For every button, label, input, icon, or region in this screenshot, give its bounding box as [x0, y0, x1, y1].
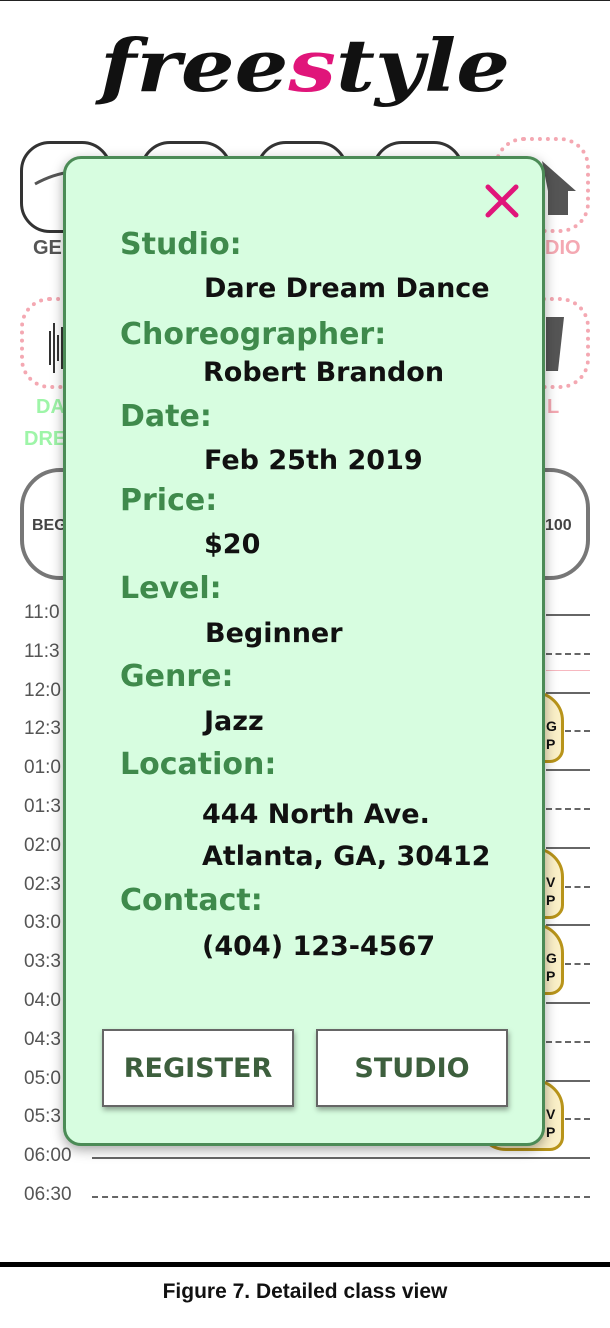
bottom-rule — [0, 1262, 610, 1267]
level-label: Level: — [120, 571, 222, 606]
price-value: $20 — [204, 529, 261, 560]
time-label: 06:30 — [24, 1184, 72, 1205]
time-label: 06:00 — [24, 1145, 72, 1166]
time-label: 03:3 — [24, 951, 61, 972]
choreographer-value: Robert Brandon — [203, 357, 445, 388]
contact-label: Contact: — [120, 883, 263, 918]
genre-value: Jazz — [204, 706, 264, 737]
timeline-gridline — [546, 847, 590, 849]
time-label: 12:3 — [24, 718, 61, 739]
level-left-label: BEG — [32, 517, 67, 534]
studio-filter-label: DIO — [545, 237, 581, 259]
dance-filter-label-2: DRE — [24, 428, 67, 450]
genre-label: Genre: — [120, 659, 234, 694]
time-label: 11:0 — [24, 602, 60, 623]
genre-filter-label: GE — [33, 237, 62, 259]
dance-filter-label-1: DA — [36, 396, 65, 418]
svg-text:freestyle: free style — [94, 23, 510, 108]
register-button[interactable]: REGISTER — [102, 1029, 294, 1107]
all-filter-label: L — [547, 396, 560, 418]
time-label: 11:3 — [24, 641, 60, 662]
studio-value: Dare Dream Dance — [204, 273, 490, 304]
timeline-gridline — [546, 614, 590, 616]
time-label: 05:0 — [24, 1068, 61, 1089]
app-screen: free freestyle GE DIO — [0, 0, 610, 1262]
time-label: 03:0 — [24, 912, 61, 933]
time-label: 05:3 — [24, 1106, 61, 1127]
level-value: Beginner — [205, 618, 343, 649]
timeline-gridline — [546, 1041, 590, 1043]
time-label: 01:3 — [24, 796, 61, 817]
time-label: 04:0 — [24, 990, 61, 1011]
price-label: Price: — [120, 483, 218, 518]
class-card-tag-3: GP — [546, 950, 557, 984]
time-label: 02:0 — [24, 835, 61, 856]
level-right-label: 100 — [545, 517, 572, 534]
time-label: 01:0 — [24, 757, 61, 778]
class-card-tag-1: GP — [546, 718, 557, 752]
timeline-gridline — [546, 692, 590, 694]
location-line1: 444 North Ave. — [202, 799, 430, 830]
class-card-tag-4: VP — [546, 1106, 556, 1140]
timeline-gridline — [546, 924, 590, 926]
timeline-gridline — [546, 1002, 590, 1004]
time-label: 04:3 — [24, 1029, 61, 1050]
logo-wordmark-full: free style — [90, 23, 520, 123]
location-label: Location: — [120, 747, 277, 782]
class-detail-modal: Studio: Dare Dream Dance Choreographer: … — [63, 156, 545, 1146]
location-line2: Atlanta, GA, 30412 — [202, 841, 491, 872]
timeline-gridline — [546, 653, 590, 655]
timeline-gridline — [546, 1080, 590, 1082]
studio-button[interactable]: STUDIO — [316, 1029, 508, 1107]
studio-label: Studio: — [120, 227, 242, 262]
contact-value: (404) 123-4567 — [202, 931, 436, 962]
choreographer-label: Choreographer: — [120, 317, 387, 352]
close-icon[interactable] — [482, 181, 522, 221]
current-time-indicator — [546, 670, 590, 671]
time-label: 12:0 — [24, 680, 61, 701]
date-label: Date: — [120, 399, 212, 434]
timeline-gridline — [92, 1196, 590, 1198]
timeline-gridline — [546, 769, 590, 771]
time-label: 02:3 — [24, 874, 61, 895]
class-card-tag-2: VP — [546, 874, 556, 908]
date-value: Feb 25th 2019 — [204, 445, 423, 476]
timeline-gridline — [546, 808, 590, 810]
timeline-gridline — [92, 1157, 590, 1159]
figure-caption: Figure 7. Detailed class view — [162, 1280, 448, 1303]
